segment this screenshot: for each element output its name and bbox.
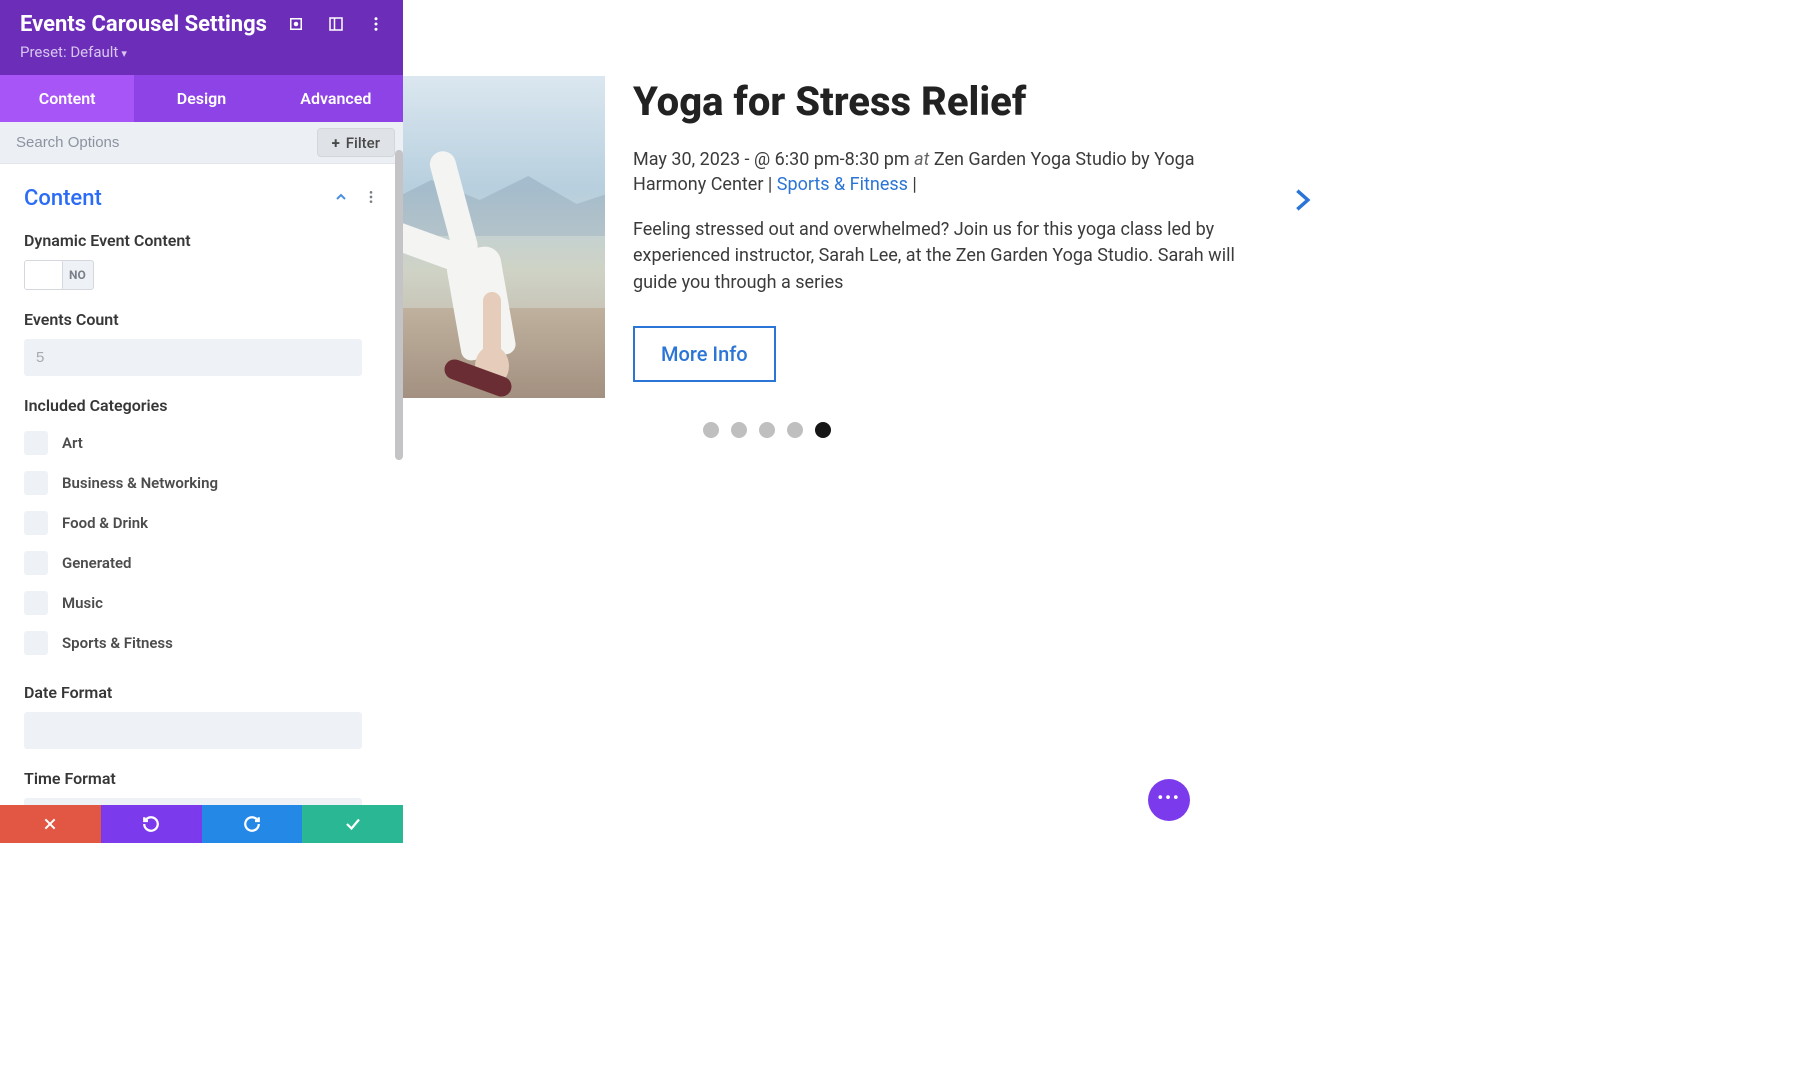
carousel-next-button[interactable] [1288,180,1316,224]
section-more-icon[interactable] [363,189,379,209]
carousel-dot[interactable] [759,422,775,438]
category-label: Generated [62,554,132,572]
category-item: Sports & Fitness [24,623,379,663]
carousel-dot-active[interactable] [815,422,831,438]
event-title: Yoga for Stress Relief [633,78,1253,125]
toggle-no-label: NO [69,268,86,282]
category-label: Sports & Fitness [62,634,173,652]
carousel-dots [703,422,831,438]
caret-down-icon: ▾ [121,47,127,60]
save-button[interactable] [302,805,403,843]
filter-button[interactable]: + Filter [317,128,395,157]
event-category-link[interactable]: Sports & Fitness [777,174,908,195]
by-word: by [1131,149,1150,170]
category-list: Art Business & Networking Food & Drink G… [24,423,379,663]
toggle-knob [25,261,63,289]
category-item: Food & Drink [24,503,379,543]
event-card: Yoga for Stress Relief May 30, 2023 - @ … [403,76,1293,398]
checkbox[interactable] [24,511,48,535]
label-included-categories: Included Categories [24,396,379,415]
expand-icon[interactable] [287,15,305,33]
search-row: + Filter [0,122,403,164]
filter-label: Filter [346,134,380,152]
preset-dropdown[interactable]: Preset: Default▾ [20,43,383,61]
category-item: Art [24,423,379,463]
collapse-icon[interactable] [333,189,349,209]
redo-button[interactable] [202,805,303,843]
category-label: Music [62,594,103,612]
preview-area: Yoga for Stress Relief May 30, 2023 - @ … [403,0,1800,1083]
input-events-count[interactable] [24,339,362,376]
toggle-dynamic-event-content[interactable]: NO [24,260,94,290]
search-input[interactable] [0,122,317,163]
label-dynamic-event-content: Dynamic Event Content [24,231,379,250]
category-item: Generated [24,543,379,583]
checkbox[interactable] [24,631,48,655]
category-item: Business & Networking [24,463,379,503]
section-title-content[interactable]: Content [24,186,102,211]
preset-label: Preset: Default [20,43,118,61]
ellipsis-icon: ••• [1157,788,1180,807]
event-body: Yoga for Stress Relief May 30, 2023 - @ … [633,76,1253,398]
checkbox[interactable] [24,471,48,495]
label-events-count: Events Count [24,310,379,329]
category-label: Business & Networking [62,474,218,492]
label-date-format: Date Format [24,683,379,702]
checkbox[interactable] [24,591,48,615]
event-meta: May 30, 2023 - @ 6:30 pm-8:30 pm at Zen … [633,147,1253,197]
settings-panel: Events Carousel Settings Preset: Default… [0,0,403,842]
options-scroll-area[interactable]: Content Dynamic Event Content NO Events … [0,168,403,842]
plus-icon: + [332,134,340,152]
cancel-button[interactable] [0,805,101,843]
carousel-dot[interactable] [787,422,803,438]
category-label: Food & Drink [62,514,148,532]
checkbox[interactable] [24,431,48,455]
floating-action-button[interactable]: ••• [1148,779,1190,821]
panel-header: Events Carousel Settings Preset: Default… [0,0,403,75]
at-word: at [914,149,929,170]
event-image [403,76,605,398]
tab-design[interactable]: Design [134,75,268,122]
undo-button[interactable] [101,805,202,843]
tab-advanced[interactable]: Advanced [269,75,403,122]
action-bar [0,805,403,843]
more-info-button[interactable]: More Info [633,326,776,382]
checkbox[interactable] [24,551,48,575]
scrollbar[interactable] [395,150,403,460]
event-venue: Zen Garden Yoga Studio [934,149,1127,170]
category-item: Music [24,583,379,623]
carousel-dot[interactable] [731,422,747,438]
label-time-format: Time Format [24,769,379,788]
more-vertical-icon[interactable] [367,15,385,33]
category-label: Art [62,434,83,452]
event-date: May 30, 2023 [633,149,740,170]
carousel-dot[interactable] [703,422,719,438]
event-description: Feeling stressed out and overwhelmed? Jo… [633,217,1253,295]
panel-dock-icon[interactable] [327,15,345,33]
event-time: @ 6:30 pm-8:30 pm [754,149,910,170]
tab-bar: Content Design Advanced [0,75,403,122]
input-date-format[interactable] [24,712,362,749]
tab-content[interactable]: Content [0,75,134,122]
